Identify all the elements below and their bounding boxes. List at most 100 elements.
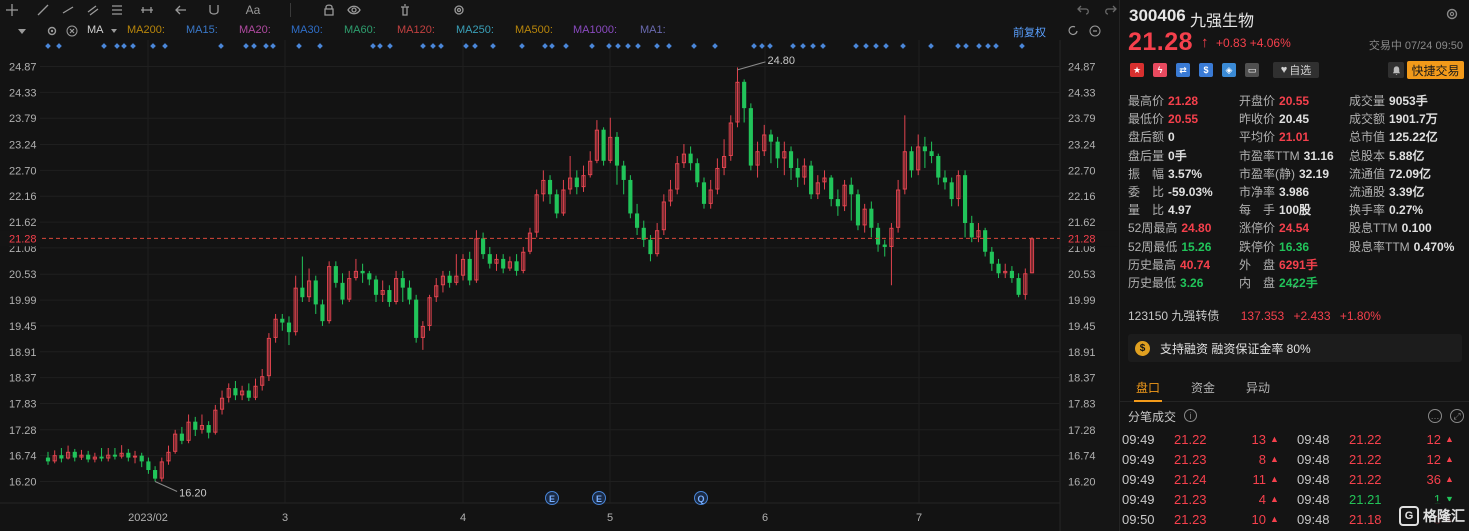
ma-item[interactable]: MA30: (291, 24, 323, 36)
x-tick-label: 7 (916, 512, 922, 524)
event-marker-label: E (596, 494, 602, 504)
tab-zijin[interactable]: 资金 (1191, 379, 1215, 396)
trend-line-icon[interactable] (34, 1, 51, 18)
candle-body (333, 266, 338, 283)
tab-pankou[interactable]: 盘口 (1136, 379, 1160, 396)
candle-body (72, 451, 77, 458)
quote-field: 市净率 3.986 (1239, 183, 1309, 201)
gelonghui-logo: G 格隆汇 (1393, 501, 1469, 531)
quote-field-value: 21.28 (1168, 94, 1199, 108)
shuffle-icon[interactable]: ⇄ (1176, 63, 1190, 77)
cb-code: 123150 (1128, 309, 1169, 323)
quick-trade-button[interactable]: 快捷交易 (1407, 61, 1464, 79)
ray-icon[interactable] (59, 1, 76, 18)
gear-icon[interactable] (1445, 7, 1459, 21)
candle-body (809, 165, 814, 195)
quote-field-value: 9053手 (1389, 94, 1428, 108)
heart-icon: ♥ (1280, 64, 1288, 76)
add-watchlist-button[interactable]: ♥ 自选 (1273, 62, 1319, 78)
ma-item[interactable]: MA60: (344, 24, 376, 36)
chat-icon[interactable]: ▭ (1245, 63, 1259, 77)
candle-body (648, 239, 653, 255)
ma-item[interactable]: MA15: (186, 24, 218, 36)
quote-field: 盘后额 0 (1128, 128, 1175, 146)
y-tick-label: 18.37 (9, 373, 37, 385)
quote-field-label: 量 比 (1128, 203, 1165, 218)
ma-item[interactable]: MA1000: (573, 24, 617, 36)
quote-field: 历史最高 40.74 (1128, 256, 1210, 274)
y-tick-label-right: 24.33 (1068, 87, 1096, 99)
quote-field-value: 6291手 (1279, 257, 1318, 272)
y-tick-label-right: 22.16 (1068, 191, 1096, 203)
close-icon[interactable] (65, 24, 79, 38)
channel-icon[interactable] (84, 1, 101, 18)
magnet-icon[interactable] (205, 1, 222, 18)
ma-item[interactable]: MA20: (239, 24, 271, 36)
candle-body (795, 167, 800, 178)
tab-yidong[interactable]: 异动 (1246, 379, 1270, 396)
trade-v: 10 (1251, 512, 1266, 527)
text-tool[interactable]: Aa (242, 1, 264, 18)
candlestick-chart[interactable]: 24.87 24.87 24.33 24.33 23.79 23.79 23.24 23.24… (0, 40, 1118, 531)
expand-caret-icon[interactable]: ⌃ (1291, 285, 1299, 296)
candle-body (414, 299, 419, 338)
more-icon[interactable]: … (1428, 409, 1442, 423)
candle-body (1016, 278, 1021, 295)
trade-p: 21.24 (1174, 472, 1207, 487)
settings-icon[interactable] (450, 1, 467, 18)
quote-field: 涨停价 24.54 (1239, 219, 1309, 237)
y-tick-label: 16.20 (9, 477, 37, 489)
lock-icon[interactable] (320, 1, 337, 18)
bell-icon[interactable] (1388, 62, 1404, 78)
quote-field-label: 昨收价 (1239, 112, 1276, 127)
collapse-icon[interactable] (15, 24, 29, 38)
candle-body (286, 322, 292, 333)
undo-icon[interactable] (1075, 1, 1092, 18)
quote-field-label: 总市值 (1349, 130, 1386, 145)
ma-item[interactable]: MA120: (397, 24, 435, 36)
fibonacci-icon[interactable] (108, 1, 125, 18)
quote-field-value: 15.26 (1181, 239, 1212, 254)
chart-back-icon[interactable] (1066, 24, 1080, 38)
candle-body (112, 454, 118, 457)
measure-icon[interactable] (138, 1, 155, 18)
quote-field: 量 比 4.97 (1128, 201, 1191, 219)
chart-close-icon[interactable] (1088, 24, 1102, 38)
candle-body (467, 258, 472, 281)
ma-item[interactable]: MA200: (127, 24, 165, 36)
candle-body (695, 163, 700, 183)
trade-p: 21.23 (1174, 512, 1207, 527)
candle-body (400, 278, 405, 288)
redo-icon[interactable] (1101, 1, 1118, 18)
adjust-button[interactable]: 前复权 (1013, 24, 1046, 40)
chevron-down-icon[interactable] (107, 24, 121, 38)
convertible-bond-row[interactable]: 123150 九强转债 137.353 +2.433 +1.80% (1128, 307, 1381, 324)
quote-field-label: 每 手 (1239, 203, 1276, 218)
quote-field-value: 3.39亿 (1389, 185, 1425, 199)
delete-icon[interactable] (396, 1, 413, 18)
current-price-tag-right: 21.28 (1068, 233, 1096, 245)
candle-body (996, 263, 1001, 274)
info-icon[interactable]: i (1184, 409, 1197, 422)
ma-item[interactable]: MA1: (640, 24, 666, 36)
quote-field-label: 流通值 (1349, 166, 1386, 181)
fullscreen-icon[interactable]: ⤢ (1450, 409, 1464, 423)
cb-change: +2.433 (1293, 309, 1331, 323)
candle-body (340, 282, 345, 300)
candle-body (146, 461, 151, 471)
lightning-icon[interactable]: ϟ (1153, 63, 1167, 77)
quote-field-label: 涨停价 (1239, 221, 1276, 236)
dollar-icon[interactable]: $ (1199, 63, 1213, 77)
eye-icon[interactable] (345, 1, 362, 18)
ma-label[interactable]: MA (87, 24, 104, 36)
up-triangle-icon: ▲ (1270, 474, 1279, 484)
quote-field-label: 最高价 (1128, 94, 1165, 108)
tag-icon[interactable]: ◈ (1222, 63, 1236, 77)
candle-body (775, 141, 780, 159)
arrow-tool-icon[interactable] (172, 1, 189, 18)
ma-item[interactable]: MA500: (515, 24, 553, 36)
quote-field-label: 市盈率(静) (1239, 166, 1295, 181)
crosshair-icon[interactable] (3, 1, 20, 18)
settings-icon[interactable] (45, 24, 59, 38)
ma-item[interactable]: MA250: (456, 24, 494, 36)
